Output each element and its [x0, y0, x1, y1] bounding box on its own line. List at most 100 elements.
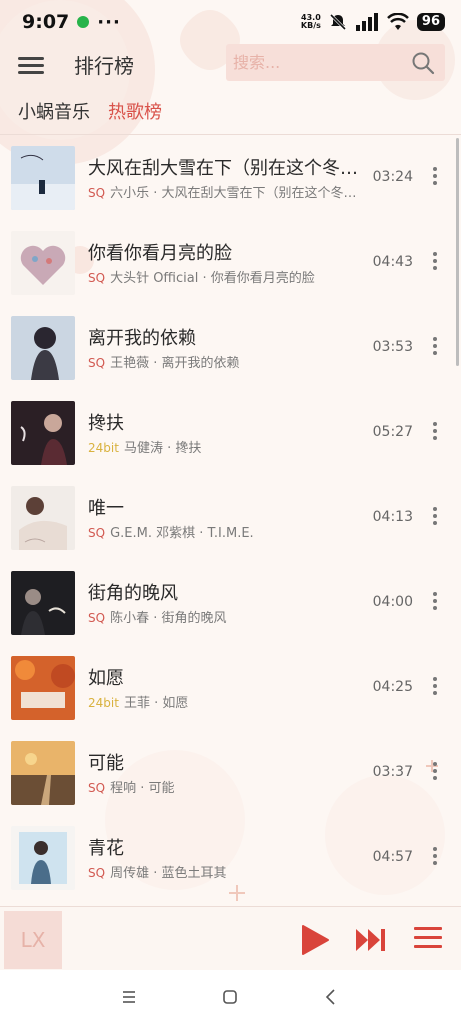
tab-xiaowo-music[interactable]: 小蜗音乐	[18, 98, 90, 124]
artist-album: G.E.M. 邓紫棋 · T.I.M.E.	[110, 526, 254, 541]
song-row[interactable]: 搀扶 24bit 马健涛 · 搀扶 05:27	[0, 390, 461, 475]
more-options-button[interactable]	[431, 337, 439, 357]
more-options-button[interactable]	[431, 507, 439, 527]
quality-badge: SQ	[88, 526, 106, 540]
more-options-button[interactable]	[431, 677, 439, 697]
album-cover	[11, 741, 75, 805]
album-cover	[11, 146, 75, 210]
song-duration: 03:37	[372, 764, 413, 780]
quality-badge: SQ	[88, 781, 106, 795]
battery-indicator: 96	[416, 13, 445, 31]
search-box[interactable]	[226, 44, 445, 81]
album-cover	[11, 571, 75, 635]
more-options-button[interactable]	[431, 762, 439, 782]
song-duration: 04:57	[372, 849, 413, 865]
song-subtitle: SQ G.E.M. 邓紫棋 · T.I.M.E.	[88, 522, 368, 541]
scrollbar[interactable]	[456, 138, 459, 366]
quality-badge: SQ	[88, 186, 106, 200]
top-bar: 排行榜	[0, 44, 461, 94]
next-track-icon[interactable]	[355, 927, 387, 953]
source-tabs: 小蜗音乐 热歌榜	[18, 98, 162, 124]
artist-album: 陈小春 · 街角的晚风	[110, 611, 227, 626]
mini-player: LX	[0, 906, 461, 970]
song-duration: 04:25	[372, 679, 413, 695]
song-row[interactable]: 青花 SQ 周传雄 · 蓝色土耳其 04:57	[0, 815, 461, 900]
player-album-art[interactable]: LX	[4, 911, 62, 969]
song-title: 你看你看月亮的脸	[88, 243, 232, 264]
playlist-button[interactable]	[414, 927, 442, 951]
album-cover	[11, 656, 75, 720]
quality-badge: SQ	[88, 271, 106, 285]
quality-badge: 24bit	[88, 441, 119, 455]
signal-icon	[355, 13, 378, 31]
status-bar: 9:07 ··· 43.0 KB/s 96	[0, 0, 461, 44]
artist-album: 马健涛 · 搀扶	[123, 441, 202, 456]
album-cover	[11, 316, 75, 380]
artist-album: 大头针 Official · 你看你看月亮的脸	[110, 271, 315, 286]
song-duration: 04:43	[372, 254, 413, 270]
song-row[interactable]: 你看你看月亮的脸 SQ 大头针 Official · 你看你看月亮的脸 04:43	[0, 220, 461, 305]
song-duration: 03:24	[372, 169, 413, 185]
artist-album: 周传雄 · 蓝色土耳其	[110, 866, 227, 881]
song-title: 大风在刮大雪在下（别在这个冬天…	[88, 158, 368, 179]
more-options-button[interactable]	[431, 252, 439, 272]
album-cover	[11, 486, 75, 550]
network-speed: 43.0 KB/s	[301, 14, 321, 30]
quality-badge: SQ	[88, 611, 106, 625]
song-row[interactable]: 唯一 SQ G.E.M. 邓紫棋 · T.I.M.E. 04:13	[0, 475, 461, 560]
song-title: 如愿	[88, 668, 124, 689]
song-subtitle: 24bit 马健涛 · 搀扶	[88, 437, 368, 456]
song-duration: 03:53	[372, 339, 413, 355]
song-duration: 04:13	[372, 509, 413, 525]
song-duration: 04:00	[372, 594, 413, 610]
album-cover	[11, 231, 75, 295]
more-options-button[interactable]	[431, 592, 439, 612]
artist-album: 王菲 · 如愿	[123, 696, 189, 711]
more-options-button[interactable]	[431, 422, 439, 442]
recent-apps-icon[interactable]	[118, 986, 140, 1008]
quality-badge: SQ	[88, 356, 106, 370]
song-row[interactable]: 可能 SQ 程响 · 可能 03:37	[0, 730, 461, 815]
song-subtitle: SQ 程响 · 可能	[88, 777, 368, 796]
song-subtitle: SQ 周传雄 · 蓝色土耳其	[88, 862, 368, 881]
song-duration: 05:27	[372, 424, 413, 440]
quality-badge: 24bit	[88, 696, 119, 710]
search-input[interactable]	[233, 53, 403, 72]
artist-album: 程响 · 可能	[110, 781, 175, 796]
quality-badge: SQ	[88, 866, 106, 880]
wechat-notification-icon	[77, 16, 90, 28]
mute-icon	[329, 13, 346, 31]
song-title: 青花	[88, 838, 124, 859]
song-subtitle: SQ 陈小春 · 街角的晚风	[88, 607, 368, 626]
song-subtitle: 24bit 王菲 · 如愿	[88, 692, 368, 711]
play-icon[interactable]	[300, 924, 330, 956]
search-icon[interactable]	[411, 51, 435, 75]
song-row[interactable]: 如愿 24bit 王菲 · 如愿 04:25	[0, 645, 461, 730]
back-icon[interactable]	[320, 986, 342, 1008]
song-list[interactable]: 大风在刮大雪在下（别在这个冬天… SQ 六小乐 · 大风在刮大雪在下（别在这个冬把…	[0, 134, 461, 906]
page-title: 排行榜	[74, 54, 134, 78]
song-title: 唯一	[88, 498, 124, 519]
song-title: 可能	[88, 753, 124, 774]
status-time: 9:07	[22, 11, 70, 33]
song-subtitle: SQ 大头针 Official · 你看你看月亮的脸	[88, 267, 368, 286]
song-subtitle: SQ 王艳薇 · 离开我的依赖	[88, 352, 368, 371]
artist-album: 六小乐 · 大风在刮大雪在下（别在这个冬把…	[110, 186, 368, 201]
album-cover	[11, 826, 75, 890]
song-title: 街角的晚风	[88, 583, 178, 604]
song-title: 离开我的依赖	[88, 328, 196, 349]
song-row[interactable]: 街角的晚风 SQ 陈小春 · 街角的晚风 04:00	[0, 560, 461, 645]
more-options-button[interactable]	[431, 847, 439, 867]
song-title: 搀扶	[88, 413, 124, 434]
system-nav-bar	[0, 970, 461, 1024]
more-notifications-icon: ···	[97, 11, 121, 33]
artist-album: 王艳薇 · 离开我的依赖	[110, 356, 240, 371]
song-row[interactable]: 大风在刮大雪在下（别在这个冬天… SQ 六小乐 · 大风在刮大雪在下（别在这个冬把…	[0, 135, 461, 220]
tab-hot-songs[interactable]: 热歌榜	[108, 98, 162, 124]
wifi-icon	[387, 13, 409, 30]
more-options-button[interactable]	[431, 167, 439, 187]
menu-button[interactable]	[18, 54, 44, 80]
home-icon[interactable]	[219, 986, 241, 1008]
song-subtitle: SQ 六小乐 · 大风在刮大雪在下（别在这个冬把…	[88, 182, 368, 201]
song-row[interactable]: 离开我的依赖 SQ 王艳薇 · 离开我的依赖 03:53	[0, 305, 461, 390]
